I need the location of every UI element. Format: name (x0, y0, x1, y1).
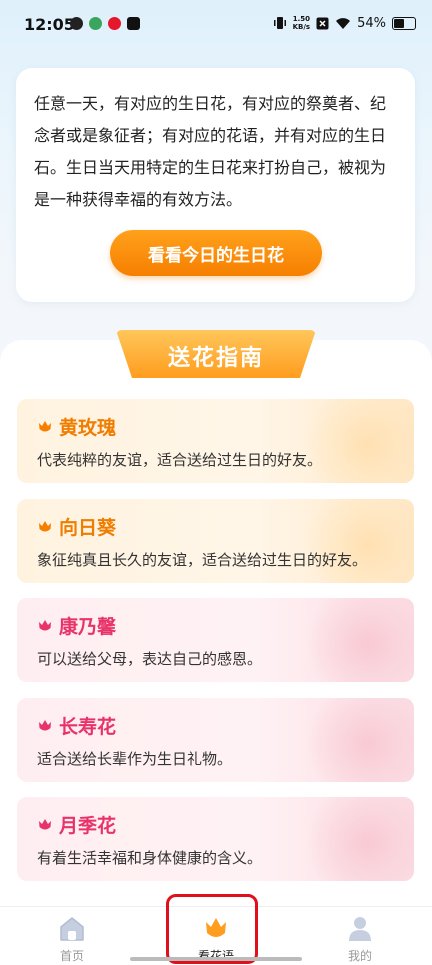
guide-item[interactable]: 康乃馨可以送给父母，表达自己的感恩。 (17, 598, 414, 682)
battery-fill (394, 18, 404, 28)
tulip-icon (39, 818, 51, 829)
guide-item-header: 黄玫瑰 (37, 413, 116, 440)
view-today-flower-button[interactable]: 看看今日的生日花 (110, 230, 322, 276)
notification-icons (70, 17, 140, 30)
tab-home-label: 首页 (59, 949, 84, 963)
flower-background-image (302, 797, 414, 881)
guide-item-header: 月季花 (37, 811, 116, 838)
tab-profile-label: 我的 (347, 949, 372, 963)
home-indicator[interactable] (130, 957, 302, 961)
flower-name: 黄玫瑰 (59, 417, 117, 439)
guide-item-header: 康乃馨 (37, 612, 116, 639)
guide-title-banner: 送花指南 (116, 330, 316, 378)
guide-item[interactable]: 长寿花适合送给长辈作为生日礼物。 (17, 698, 414, 782)
net-speed-unit: KB/s (292, 23, 311, 31)
flower-description: 象征纯真且长久的友谊，适合送给过生日的好友。 (37, 551, 368, 569)
net-speed-value: 1.50 (292, 15, 310, 23)
flower-name: 康乃馨 (59, 616, 117, 638)
tulip-icon (39, 619, 51, 630)
guide-item[interactable]: 向日葵象征纯真且长久的友谊，适合送给过生日的好友。 (17, 499, 414, 583)
intro-text: 任意一天，有对应的生日花，有对应的祭奠者、纪念者或是象征者；有对应的花语，并有对… (34, 94, 387, 209)
check-circle-icon (70, 17, 83, 30)
active-tab-highlight (166, 894, 258, 964)
guide-item-header: 向日葵 (37, 513, 116, 540)
flower-description: 代表纯粹的友谊，适合送给过生日的好友。 (37, 451, 323, 469)
vibrate-icon (273, 17, 286, 29)
user-icon (349, 917, 371, 941)
tulip-icon (39, 420, 51, 431)
tulip-icon (39, 520, 51, 531)
tab-profile[interactable]: 我的 (288, 907, 432, 965)
status-bar: 12:05 1.50 KB/s 54% (0, 0, 432, 52)
tab-home[interactable]: 首页 (0, 907, 144, 965)
flower-background-image (302, 598, 414, 682)
battery-percent: 54% (357, 15, 386, 31)
guide-item[interactable]: 黄玫瑰代表纯粹的友谊，适合送给过生日的好友。 (17, 399, 414, 483)
home-icon (60, 917, 84, 941)
weibo-icon (108, 17, 121, 30)
flower-description: 适合送给长辈作为生日礼物。 (37, 750, 233, 768)
nfc-icon (316, 17, 329, 29)
tiktok-icon (127, 17, 140, 30)
guide-item[interactable]: 月季花有着生活幸福和身体健康的含义。 (17, 797, 414, 881)
flower-background-image (302, 499, 414, 583)
flower-name: 向日葵 (59, 517, 117, 539)
guide-item-header: 长寿花 (37, 712, 116, 739)
tulip-icon (39, 719, 51, 730)
net-speed: 1.50 KB/s (293, 15, 310, 31)
flower-background-image (302, 698, 414, 782)
flower-background-image (302, 399, 414, 483)
wifi-icon (336, 17, 351, 29)
status-right: 1.50 KB/s 54% (273, 15, 416, 31)
battery-icon (392, 16, 416, 30)
flower-description: 可以送给父母，表达自己的感恩。 (37, 650, 263, 668)
app-notify-icon (89, 17, 102, 30)
flower-name: 长寿花 (59, 716, 117, 738)
flower-description: 有着生活幸福和身体健康的含义。 (37, 849, 263, 867)
flower-name: 月季花 (59, 815, 117, 837)
guide-title: 送花指南 (167, 346, 264, 371)
status-time: 12:05 (24, 15, 75, 34)
